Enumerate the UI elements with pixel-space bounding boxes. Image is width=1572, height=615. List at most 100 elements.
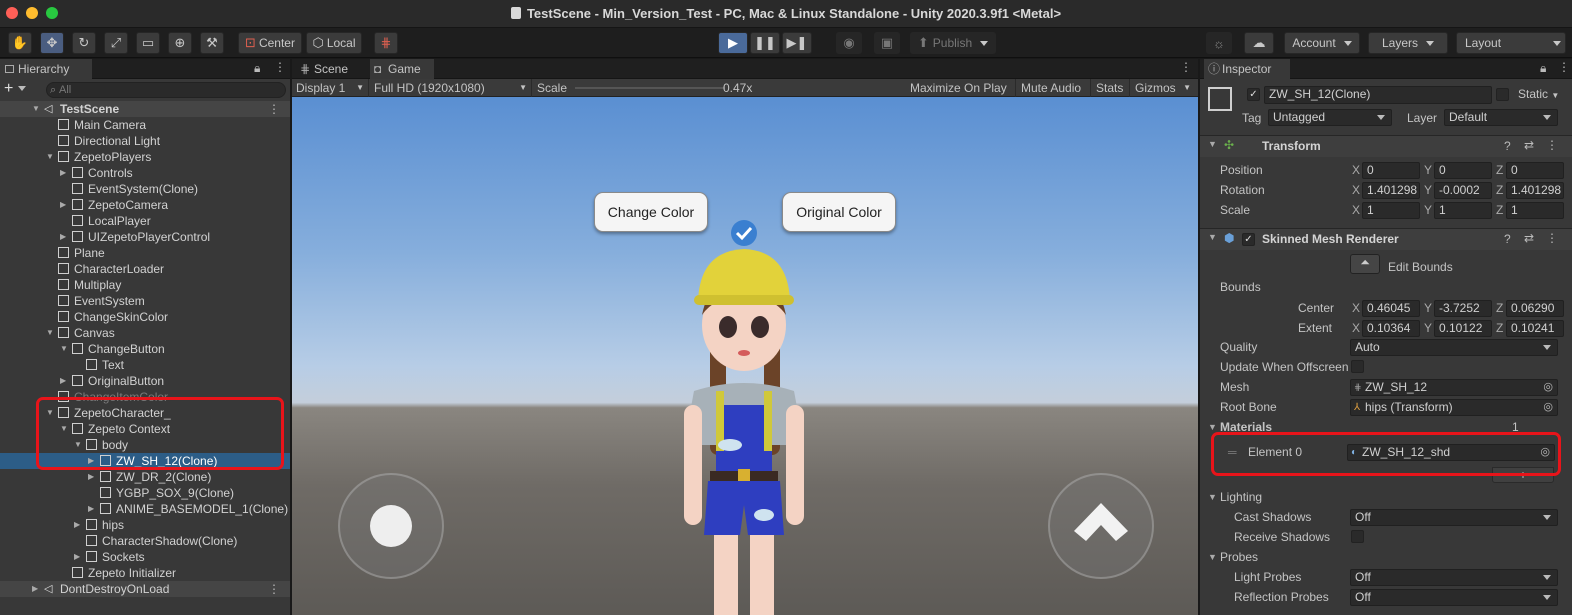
- smr-preset-icon[interactable]: ⇄: [1524, 231, 1534, 245]
- smr-foldout-icon[interactable]: ▼: [1208, 232, 1217, 242]
- bounds-center-z-field[interactable]: 0.06290: [1506, 300, 1564, 317]
- receive-shadows-checkbox[interactable]: [1351, 530, 1364, 543]
- account-dropdown[interactable]: Account: [1284, 32, 1360, 54]
- hierarchy-item[interactable]: CharacterLoader: [0, 261, 290, 277]
- game-panel-menu-icon[interactable]: ⋮: [1180, 60, 1192, 74]
- hierarchy-item[interactable]: ▶ hips: [0, 517, 290, 533]
- hierarchy-search-input[interactable]: ⌕ All: [46, 82, 286, 98]
- scale-slider-track[interactable]: [575, 87, 725, 89]
- hierarchy-item[interactable]: YGBP_SOX_9(Clone): [0, 485, 290, 501]
- pivot-space-button[interactable]: ⬡ Local: [306, 32, 362, 54]
- tab-scene[interactable]: ⋕ Scene: [296, 59, 362, 79]
- tab-inspector[interactable]: ⓘ Inspector: [1204, 59, 1290, 79]
- mute-audio-toggle[interactable]: Mute Audio: [1017, 79, 1091, 97]
- services-button[interactable]: ☼: [1206, 32, 1232, 54]
- bounds-extent-z-field[interactable]: 0.10241: [1506, 320, 1564, 337]
- scene-menu-icon[interactable]: ⋮: [268, 581, 280, 597]
- create-button[interactable]: +: [4, 80, 13, 98]
- scale-y-field[interactable]: 1: [1434, 202, 1492, 219]
- collapse-arrow-icon[interactable]: ▶: [32, 581, 42, 597]
- rotate-tool-button[interactable]: ↻: [72, 32, 96, 54]
- static-checkbox[interactable]: [1496, 88, 1509, 101]
- pause-button[interactable]: ❚❚: [750, 32, 780, 54]
- inspector-menu-icon[interactable]: ⋮: [1558, 60, 1570, 74]
- hierarchy-item[interactable]: ChangeSkinColor: [0, 309, 290, 325]
- gizmos-dropdown[interactable]: Gizmos ▼: [1131, 79, 1197, 97]
- hierarchy-item[interactable]: LocalPlayer: [0, 213, 290, 229]
- collapse-arrow-icon[interactable]: ▶: [74, 549, 84, 565]
- move-tool-button[interactable]: ✥: [40, 32, 64, 54]
- active-checkbox[interactable]: ✓: [1247, 88, 1260, 101]
- publish-button[interactable]: ⬆ Publish: [910, 32, 996, 54]
- move-joystick[interactable]: [338, 473, 444, 579]
- layer-dropdown[interactable]: Default: [1444, 109, 1558, 126]
- joystick-knob[interactable]: [370, 505, 412, 547]
- quality-dropdown[interactable]: Auto: [1350, 339, 1558, 356]
- root-bone-field[interactable]: ⅄ hips (Transform): [1350, 399, 1558, 416]
- position-x-field[interactable]: 0: [1362, 162, 1420, 179]
- maximize-on-play-toggle[interactable]: Maximize On Play: [906, 79, 1016, 97]
- hierarchy-item[interactable]: ▼ ZepetoPlayers: [0, 149, 290, 165]
- preset-icon[interactable]: ⇄: [1524, 138, 1534, 152]
- collapse-arrow-icon[interactable]: ▶: [88, 501, 98, 517]
- position-z-field[interactable]: 0: [1506, 162, 1564, 179]
- rotation-x-field[interactable]: 1.401298: [1362, 182, 1420, 199]
- scale-slider[interactable]: Scale 0.47x: [533, 79, 899, 97]
- hierarchy-item[interactable]: CharacterShadow(Clone): [0, 533, 290, 549]
- bounds-center-x-field[interactable]: 0.46045: [1362, 300, 1420, 317]
- smr-menu-icon[interactable]: ⋮: [1546, 231, 1558, 245]
- hierarchy-scene-row[interactable]: ▼ ◁ TestScene ⋮: [0, 101, 290, 117]
- scale-tool-button[interactable]: ⤢: [104, 32, 128, 54]
- hierarchy-item[interactable]: Main Camera: [0, 117, 290, 133]
- rotation-z-field[interactable]: 1.401298: [1506, 182, 1564, 199]
- help-icon[interactable]: ?: [1504, 139, 1511, 153]
- bounds-extent-x-field[interactable]: 0.10364: [1362, 320, 1420, 337]
- lighting-foldout-icon[interactable]: ▼: [1208, 487, 1217, 507]
- smr-component-header[interactable]: ▼ ⬢ ✓ Skinned Mesh Renderer ? ⇄ ⋮: [1200, 228, 1572, 250]
- probes-foldout-icon[interactable]: ▼: [1208, 547, 1217, 567]
- hierarchy-item[interactable]: ▶ ZepetoCamera: [0, 197, 290, 213]
- cloud-button[interactable]: ☁: [1244, 32, 1274, 54]
- collapse-arrow-icon[interactable]: ▶: [74, 517, 84, 533]
- zepeto-build-button[interactable]: ▣: [874, 32, 900, 54]
- mesh-field[interactable]: ⋕ ZW_SH_12: [1350, 379, 1558, 396]
- zepeto-sync-button[interactable]: ◉: [836, 32, 862, 54]
- custom-tool-button[interactable]: ⚒: [200, 32, 224, 54]
- hierarchy-item[interactable]: Plane: [0, 245, 290, 261]
- hierarchy-item[interactable]: EventSystem(Clone): [0, 181, 290, 197]
- hierarchy-item[interactable]: ▶ Sockets: [0, 549, 290, 565]
- lock-icon[interactable]: 🔒︎: [254, 61, 260, 76]
- tag-dropdown[interactable]: Untagged: [1268, 109, 1392, 126]
- edit-bounds-button[interactable]: ⏶: [1350, 254, 1380, 274]
- transform-tool-button[interactable]: ⊕: [168, 32, 192, 54]
- expand-arrow-icon[interactable]: ▼: [46, 149, 56, 165]
- static-dropdown[interactable]: Static ▼: [1518, 87, 1559, 101]
- scale-x-field[interactable]: 1: [1362, 202, 1420, 219]
- hierarchy-item[interactable]: Text: [0, 357, 290, 373]
- smr-enabled-checkbox[interactable]: ✓: [1242, 233, 1255, 246]
- collapse-arrow-icon[interactable]: ▶: [88, 469, 98, 485]
- hierarchy-item[interactable]: ▼ ChangeButton: [0, 341, 290, 357]
- expand-arrow-icon[interactable]: ▼: [46, 325, 56, 341]
- scale-z-field[interactable]: 1: [1506, 202, 1564, 219]
- hierarchy-item[interactable]: EventSystem: [0, 293, 290, 309]
- hierarchy-item[interactable]: Zepeto Initializer: [0, 565, 290, 581]
- stats-toggle[interactable]: Stats: [1092, 79, 1130, 97]
- object-name-field[interactable]: ZW_SH_12(Clone): [1264, 86, 1492, 104]
- create-dropdown-icon[interactable]: [18, 86, 26, 91]
- grid-snap-button[interactable]: ⋕: [374, 32, 398, 54]
- layout-dropdown[interactable]: Layout: [1456, 32, 1566, 54]
- hierarchy-item[interactable]: ▼ Canvas: [0, 325, 290, 341]
- component-menu-icon[interactable]: ⋮: [1546, 138, 1558, 152]
- position-y-field[interactable]: 0: [1434, 162, 1492, 179]
- tab-hierarchy[interactable]: Hierarchy: [0, 59, 92, 79]
- reflection-probes-dropdown[interactable]: Off: [1350, 589, 1558, 606]
- expand-arrow-icon[interactable]: ▼: [32, 101, 42, 117]
- play-button[interactable]: ▶: [718, 32, 748, 54]
- collapse-arrow-icon[interactable]: ▶: [60, 373, 70, 389]
- jump-button[interactable]: [1048, 473, 1154, 579]
- light-probes-dropdown[interactable]: Off: [1350, 569, 1558, 586]
- pivot-mode-button[interactable]: ⊡ Center: [238, 32, 302, 54]
- display-dropdown[interactable]: Display 1 ▼: [292, 79, 369, 97]
- hierarchy-item[interactable]: ▶ OriginalButton: [0, 373, 290, 389]
